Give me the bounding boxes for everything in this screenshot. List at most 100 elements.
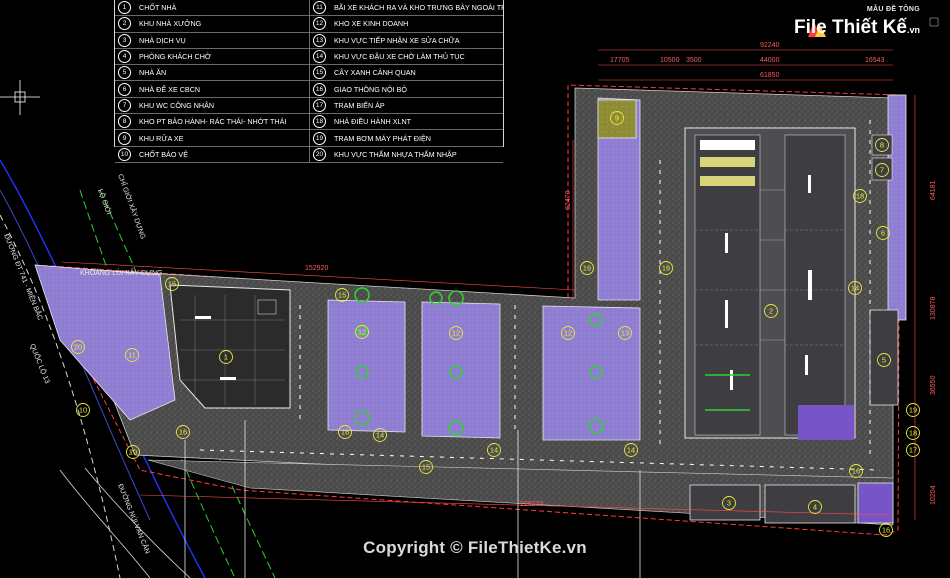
legend-row: 6 NHÀ ĐỂ XE CBCN (115, 81, 309, 98)
legend-number: 10 (118, 147, 131, 161)
legend-label: TRẠM BƠM MÁY PHÁT ĐIỆN (334, 133, 431, 143)
legend-number: 5 (118, 66, 131, 80)
zone-marker-number: 20 (74, 343, 82, 352)
svg-text:CHỈ GIỚI XÂY DỰNG: CHỈ GIỚI XÂY DỰNG (116, 173, 148, 241)
svg-text:61850: 61850 (760, 72, 780, 79)
legend-number: 2 (118, 17, 131, 31)
svg-text:92240: 92240 (760, 42, 780, 49)
svg-text:10204: 10204 (930, 485, 937, 505)
zone-marker-number: 12 (564, 329, 572, 338)
zone-marker-number: 6 (881, 229, 885, 238)
legend-number: 13 (313, 33, 326, 47)
legend-label: KHU RỬA XE (139, 133, 184, 143)
zone-1-showroom (169, 284, 291, 409)
legend-column-left: 1 CHỐT NHÀ 2 KHU NHÀ XƯỞNG 3 NHÀ DỊCH VỤ 4 PHÒN… (115, 0, 309, 163)
zone-marker-number: 2 (769, 307, 773, 316)
svg-text:64181: 64181 (930, 180, 937, 200)
legend-number: 1 (118, 1, 131, 15)
legend-row: 9 KHU RỬA XE (115, 130, 309, 147)
svg-text:152920: 152920 (305, 265, 328, 272)
zone-11-storage (34, 264, 176, 421)
zone-marker-number: 7 (880, 166, 884, 175)
svg-text:44000: 44000 (760, 57, 780, 64)
cursor-crosshair (0, 80, 40, 115)
zone-marker-number: 12 (452, 329, 460, 338)
svg-text:QUỐC LỘ 13: QUỐC LỘ 13 (28, 342, 53, 385)
logo-caption: MẪU ĐỀ TÔNG (866, 6, 920, 13)
logo-domain: .vn (906, 25, 920, 35)
legend-number: 12 (313, 17, 326, 31)
zone-marker-number: 16 (341, 428, 349, 437)
legend-row: 8 KHO PT BẢO HÀNH- RÁC THẢI- NHỚT THẢI (115, 114, 309, 131)
copyright-watermark: Copyright © FileThietKe.vn (363, 538, 587, 557)
legend-label: NHÀ ĐIỀU HÀNH XLNT (334, 117, 412, 127)
zone-marker-number: 16 (852, 467, 860, 476)
svg-text:17705: 17705 (610, 57, 630, 64)
zone-marker-number: 8 (880, 141, 884, 150)
zone-marker-number: 14 (376, 431, 384, 440)
legend-row: 16 GIAO THÔNG NỘI BỘ (310, 81, 503, 98)
zone-marker-number: 15 (422, 463, 430, 472)
legend-label: NHÀ ĐỂ XE CBCN (139, 84, 201, 94)
zone-marker-number: 13 (621, 329, 629, 338)
legend-number: 6 (118, 82, 131, 96)
zone-3-4-service (689, 482, 894, 524)
legend-row: 18 NHÀ ĐIỀU HÀNH XLNT (310, 114, 503, 131)
zone-marker-number: 1 (224, 353, 228, 362)
legend-number: 17 (313, 98, 326, 112)
legend-row: 5 NHÀ ĂN (115, 65, 309, 82)
legend-number: 16 (313, 82, 326, 96)
legend-row: 11 BÃI XE KHÁCH RA VÀ KHO TRƯNG BÀY NGOÀI… (310, 0, 503, 17)
svg-text:LỘ GIỚI: LỘ GIỚI (96, 188, 114, 216)
zone-6-parking (887, 94, 907, 321)
logo-brand: File Thiết Kế.vn (794, 17, 920, 39)
filethietke-logo: MẪU ĐỀ TÔNG File Thiết Kế.vn (794, 6, 920, 46)
zone-marker-number: 15 (338, 291, 346, 300)
zone-2-workshop (684, 127, 856, 440)
svg-text:3500: 3500 (686, 57, 702, 64)
zone-marker-number: 9 (615, 114, 619, 123)
legend-number: 20 (313, 147, 326, 161)
legend-number: 18 (313, 115, 326, 129)
legend-number: 11 (313, 1, 326, 15)
legend-row: 19 TRẠM BƠM MÁY PHÁT ĐIỆN (310, 130, 503, 147)
legend-label: KHU NHÀ XƯỞNG (139, 19, 202, 29)
legend-number: 8 (118, 115, 131, 129)
legend-label: KHU WC CÔNG NHÂN (139, 100, 215, 110)
zone-marker-number: 10 (79, 406, 87, 415)
legend-row: 7 KHU WC CÔNG NHÂN (115, 98, 309, 115)
legend-row: 10 CHỐT BẢO VỆ (115, 147, 309, 163)
legend-label: NHÀ ĂN (139, 68, 167, 78)
legend-label: KHU VỰC THẤM NHỰA THẤM NHẬP (334, 149, 457, 159)
zone-marker-number: 14 (851, 284, 859, 293)
zone-marker-number: 11 (128, 351, 136, 360)
legend-label: KHO XE KINH DOANH (334, 19, 409, 29)
legend-row: 15 CÂY XANH CẢNH QUAN (310, 65, 503, 82)
zone-marker-number: 5 (882, 356, 886, 365)
zone-marker-number: 16 (583, 264, 591, 273)
zone-marker-number: 15 (168, 280, 176, 289)
legend-row: 13 KHU VỰC TIẾP NHẬN XE SỬA CHỮA (310, 33, 503, 49)
zone-marker-number: 16 (662, 264, 670, 273)
svg-text:10500: 10500 (660, 57, 680, 64)
legend-row: 3 NHÀ DỊCH VỤ (115, 33, 309, 49)
zone-marker-number: 20 (129, 448, 137, 457)
svg-text:229270: 229270 (520, 501, 543, 508)
legend-row: 2 KHU NHÀ XƯỞNG (115, 16, 309, 33)
svg-text:130878: 130878 (930, 297, 937, 320)
legend-number: 14 (313, 50, 326, 64)
legend-column-right: 11 BÃI XE KHÁCH RA VÀ KHO TRƯNG BÀY NGOÀI… (309, 0, 503, 163)
zone-marker-number: 16 (179, 428, 187, 437)
legend-number: 4 (118, 50, 131, 64)
svg-text:16543: 16543 (865, 57, 885, 64)
legend-label: CÂY XANH CẢNH QUAN (334, 68, 416, 78)
legend-number: 15 (313, 66, 326, 80)
corner-ticks (929, 17, 939, 27)
svg-text:KHOẢNG LÙI XÂY DỰNG: KHOẢNG LÙI XÂY DỰNG (80, 268, 162, 277)
legend-number: 7 (118, 98, 131, 112)
zone-marker-number: 18 (909, 429, 917, 438)
legend-row: 1 CHỐT NHÀ (115, 0, 309, 17)
legend-label: KHU VỰC TIẾP NHẬN XE SỬA CHỮA (334, 35, 460, 45)
zone-marker-number: 16 (882, 526, 890, 535)
legend-row: 14 KHU VỰC ĐẬU XE CHỜ LÀM THỦ TỤC (310, 49, 503, 66)
